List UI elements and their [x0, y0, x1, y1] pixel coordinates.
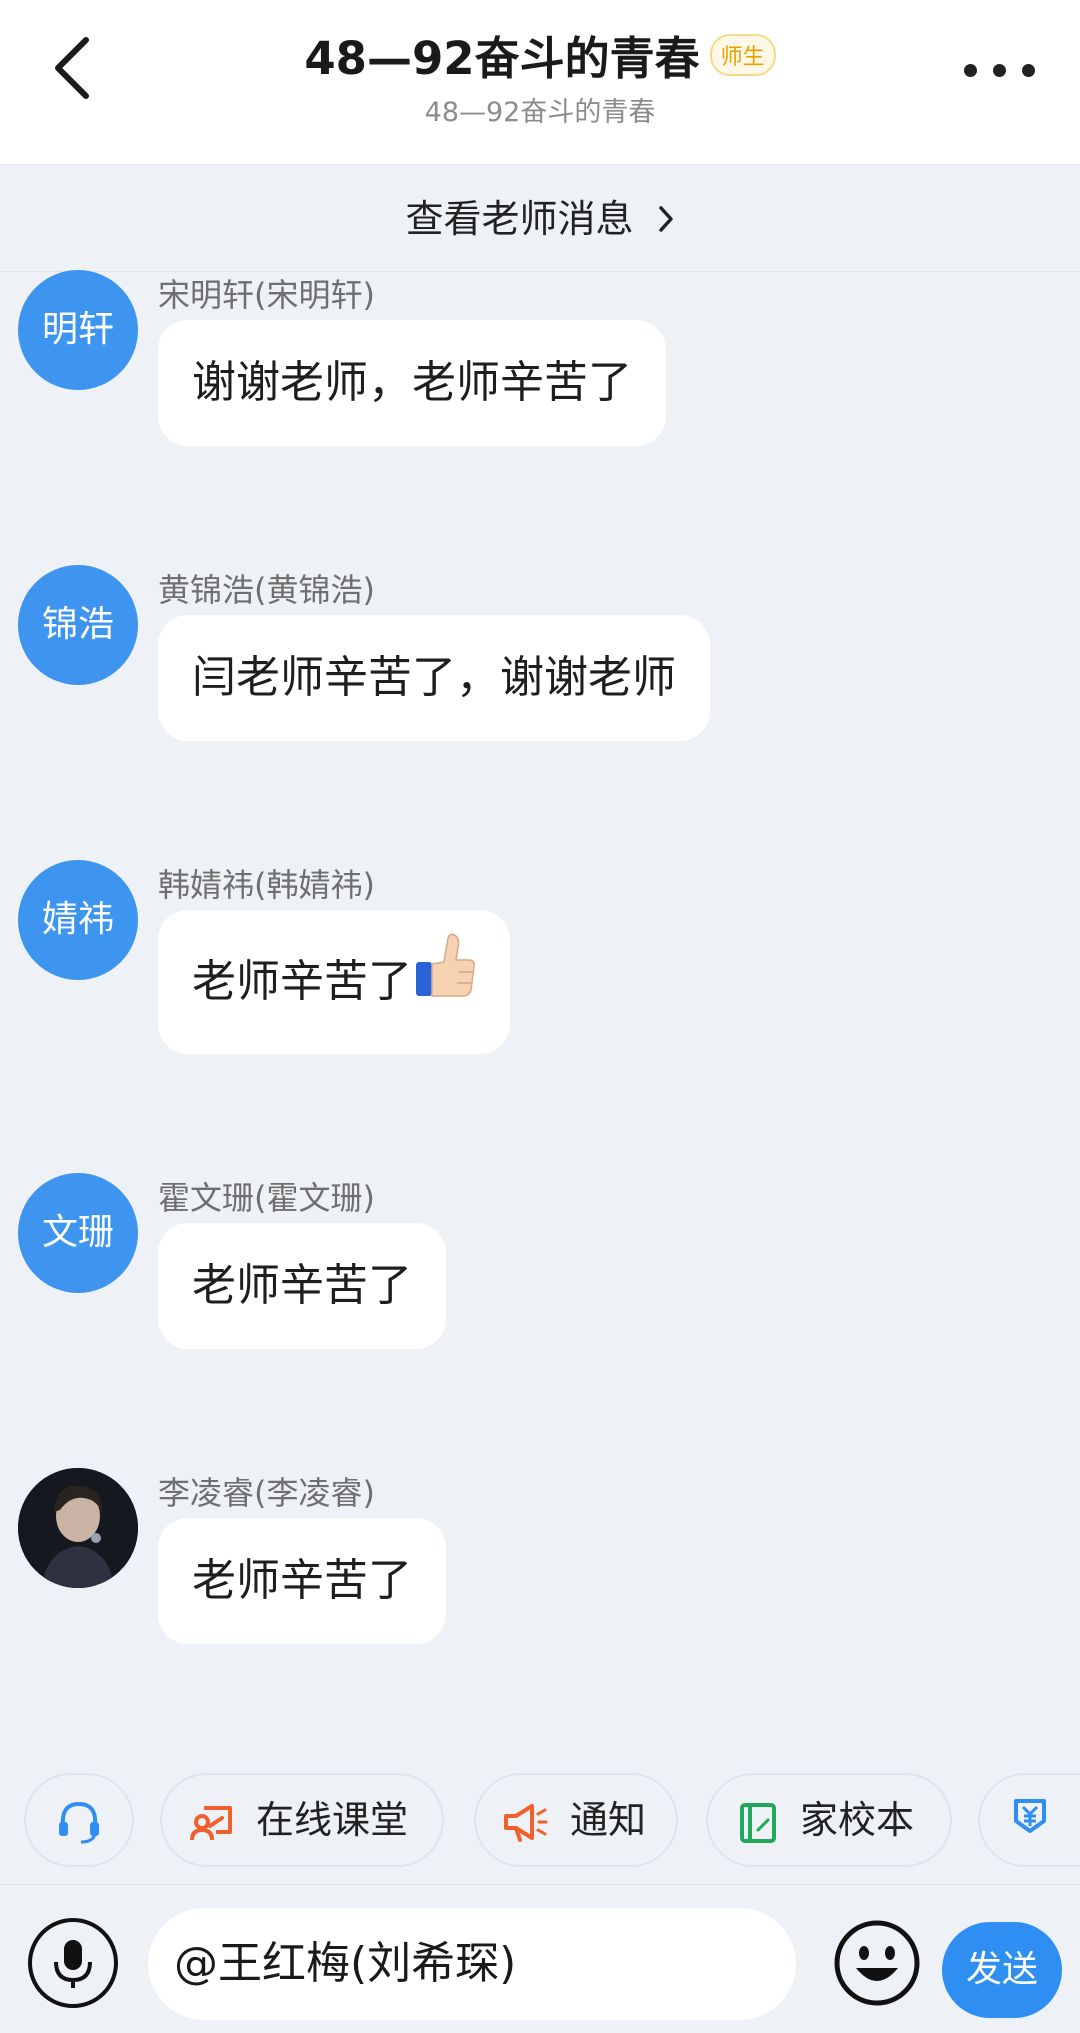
notebook-icon [740, 1803, 776, 1843]
chat-subtitle: 48—92奋斗的青春 [424, 97, 656, 128]
smiley-face-icon [834, 1920, 920, 2006]
notice-button[interactable]: 通知 [474, 1773, 678, 1867]
message-input[interactable]: @王红梅(刘希琛) [148, 1908, 796, 2020]
message-item: 婧祎 韩婧祎(韩婧祎) 老师辛苦了 [0, 860, 1080, 1060]
megaphone-icon [504, 1804, 548, 1842]
sender-name: 李凌睿(李凌睿) [158, 1474, 375, 1512]
message-bubble[interactable]: 老师辛苦了 [158, 1518, 446, 1644]
sender-name: 黄锦浩(黄锦浩) [158, 571, 375, 609]
avatar-photo[interactable] [18, 1468, 138, 1588]
headset-icon [59, 1801, 99, 1844]
more-dot-icon [964, 64, 977, 77]
sender-name: 霍文珊(霍文珊) [158, 1179, 375, 1217]
role-badge: 师生 [709, 33, 776, 76]
thumbs-up-icon [414, 912, 476, 1056]
chat-header: 48—92奋斗的青春 师生 48—92奋斗的青春 [0, 0, 1080, 165]
message-item: 文珊 霍文珊(霍文珊) 老师辛苦了 [0, 1173, 1080, 1353]
avatar[interactable]: 锦浩 [18, 565, 138, 685]
more-dot-icon [1022, 64, 1035, 77]
quick-action-label: 在线课堂 [256, 1798, 409, 1842]
message-bubble[interactable]: 闫老师辛苦了，谢谢老师 [158, 615, 710, 741]
payment-icon [1014, 1799, 1046, 1833]
customer-service-button[interactable] [24, 1773, 134, 1867]
sender-name: 宋明轩(宋明轩) [158, 276, 375, 314]
sender-name: 韩婧祎(韩婧祎) [158, 866, 375, 904]
quick-actions-bar: 在线课堂 通知 家校本 [0, 1755, 1080, 1885]
payment-button[interactable] [978, 1773, 1080, 1867]
avatar[interactable]: 文珊 [18, 1173, 138, 1293]
more-options-button[interactable] [960, 55, 1040, 85]
online-classroom-icon [190, 1806, 232, 1841]
microphone-icon [54, 1940, 92, 1988]
message-item: 锦浩 黄锦浩(黄锦浩) 闫老师辛苦了，谢谢老师 [0, 565, 1080, 745]
view-teacher-messages-bar[interactable]: 查看老师消息 [0, 166, 1080, 272]
quick-action-label: 通知 [570, 1798, 647, 1842]
message-bubble[interactable]: 老师辛苦了 [158, 910, 510, 1054]
profile-photo-icon [18, 1468, 138, 1588]
message-item: 李凌睿(李凌睿) 老师辛苦了 [0, 1468, 1080, 1648]
message-text: 老师辛苦了 [192, 956, 412, 1007]
chevron-right-icon [658, 206, 673, 232]
avatar[interactable]: 婧祎 [18, 860, 138, 980]
message-bubble[interactable]: 老师辛苦了 [158, 1223, 446, 1349]
send-button[interactable]: 发送 [942, 1922, 1062, 2018]
message-bubble[interactable]: 谢谢老师，老师辛苦了 [158, 320, 666, 446]
chat-title-group: 48—92奋斗的青春 师生 [0, 22, 1080, 87]
voice-input-button[interactable] [28, 1918, 118, 2008]
quick-action-label: 家校本 [800, 1798, 915, 1842]
emoji-button[interactable] [832, 1918, 922, 2008]
home-school-book-button[interactable]: 家校本 [706, 1773, 952, 1867]
view-teacher-messages-label: 查看老师消息 [405, 197, 634, 241]
online-classroom-button[interactable]: 在线课堂 [160, 1773, 444, 1867]
message-input-bar: @王红梅(刘希琛) 发送 [0, 1886, 1080, 2033]
avatar[interactable]: 明轩 [18, 270, 138, 390]
message-item: 明轩 宋明轩(宋明轩) 谢谢老师，老师辛苦了 [0, 270, 1080, 450]
chat-title: 48—92奋斗的青春 [304, 32, 700, 85]
more-dot-icon [993, 64, 1006, 77]
